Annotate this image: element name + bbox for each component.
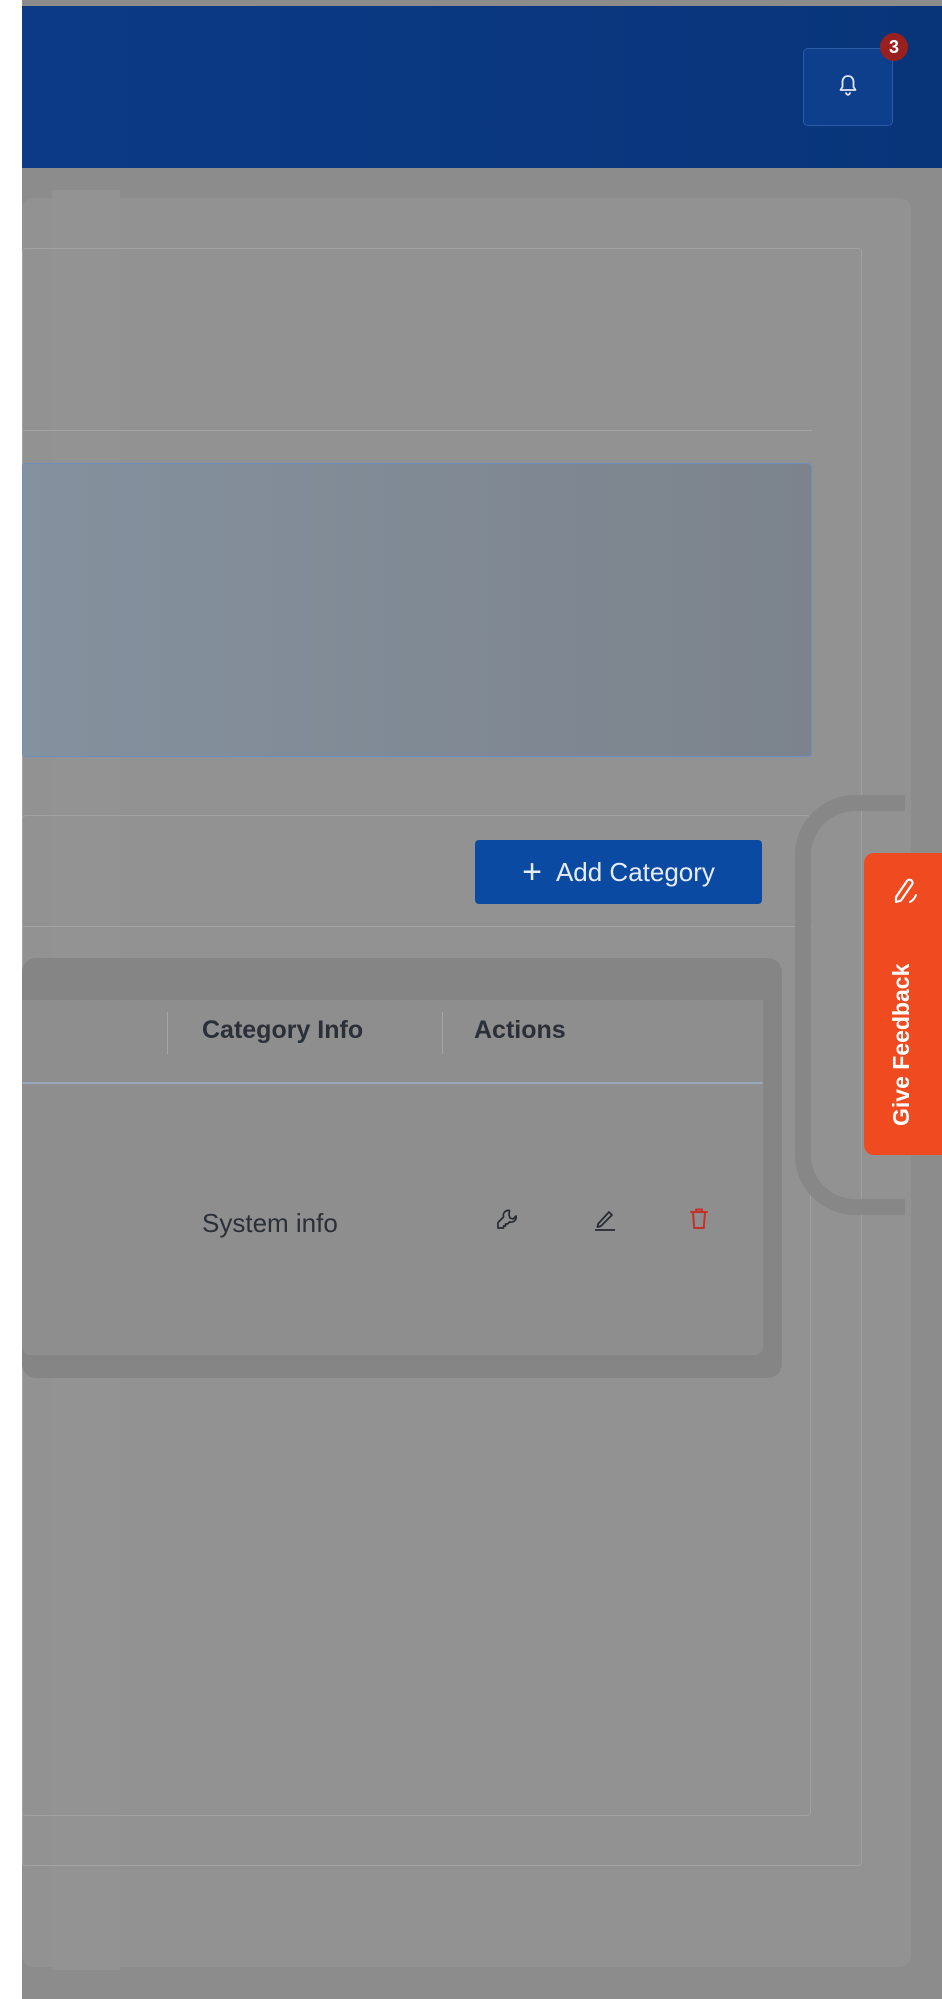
section-divider (22, 430, 812, 431)
category-info-cell: System info (202, 1208, 338, 1238)
configure-button[interactable] (490, 1204, 524, 1238)
pen-icon (888, 875, 920, 914)
edit-icon (592, 1206, 618, 1237)
give-feedback-label: Give Feedback (888, 963, 914, 1126)
bell-icon (838, 73, 858, 102)
column-header-actions: Actions (474, 1016, 566, 1044)
category-table: Category Info Actions System info (22, 1000, 763, 1355)
column-separator (167, 1012, 168, 1054)
left-edge (0, 0, 22, 1999)
trash-icon (687, 1206, 711, 1237)
notifications-button[interactable] (803, 48, 893, 126)
column-header-category-info[interactable]: Category Info (202, 1016, 363, 1045)
column-separator (442, 1012, 443, 1054)
notification-count-badge: 3 (880, 33, 908, 61)
wrench-icon (495, 1207, 519, 1236)
edit-button[interactable] (588, 1204, 622, 1238)
delete-button[interactable] (682, 1204, 716, 1238)
table-header: Category Info Actions (22, 1000, 763, 1084)
info-box (22, 463, 812, 757)
give-feedback-tab[interactable]: Give Feedback (864, 853, 942, 1155)
